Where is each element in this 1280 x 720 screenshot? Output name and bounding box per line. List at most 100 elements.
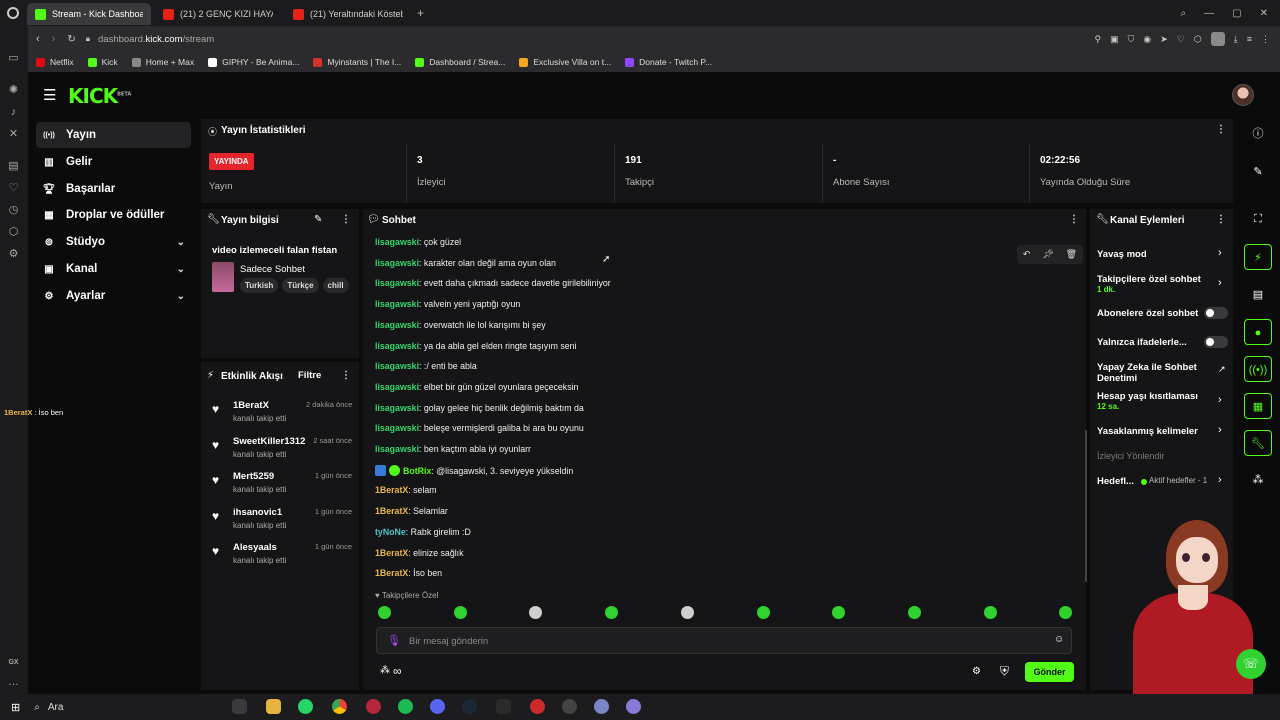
opera-logo-icon[interactable] <box>7 7 19 19</box>
event-username[interactable]: Mert5259 <box>233 471 274 482</box>
browser-tab[interactable]: Stream - Kick Dashboard <box>27 3 151 25</box>
nav-item-3[interactable]: 🏆︎ Başarılar <box>36 176 191 202</box>
chevron-right-icon[interactable]: › <box>1218 394 1222 406</box>
download-icon[interactable]: ⤓ <box>1234 34 1238 45</box>
reload-icon[interactable]: ↻ <box>67 34 75 45</box>
taskbar-search[interactable]: ⌕ Ara <box>34 696 219 718</box>
chat-username[interactable]: lisagawski <box>375 444 419 454</box>
discord-icon[interactable] <box>430 699 445 714</box>
whatsapp-icon[interactable] <box>298 699 313 714</box>
opera-gx-icon[interactable] <box>366 699 381 714</box>
chat-username[interactable]: BotRix <box>403 466 431 476</box>
channel-action-item[interactable]: Yalnızca ifadelerle... <box>1097 337 1202 348</box>
layout-icon[interactable]: ▦ <box>1244 393 1272 419</box>
chat-username[interactable]: lisagawski <box>375 403 419 413</box>
camera-icon[interactable]: ◉ <box>1143 34 1151 45</box>
bookmark-item[interactable]: Donate - Twitch P... <box>625 57 712 67</box>
chat-username[interactable]: 1BeratX <box>375 548 408 558</box>
windows-start-icon[interactable]: ⊞ <box>11 701 20 714</box>
channel-action-item[interactable]: Hesap yaşı kısıtlaması 12 sa. <box>1097 391 1215 411</box>
history-icon[interactable]: ◷ <box>7 204 20 217</box>
chat-username[interactable]: 1BeratX <box>375 568 408 578</box>
external-link-icon[interactable]: ↗ <box>1218 364 1226 375</box>
quick-action-icon[interactable]: ⚡︎ <box>1244 244 1272 270</box>
cube-icon[interactable]: ⬡ <box>7 226 20 239</box>
menu-icon[interactable]: ≡ <box>1247 34 1252 44</box>
epic-games-icon[interactable] <box>496 699 511 714</box>
chat-username[interactable]: lisagawski <box>375 423 419 433</box>
new-tab-icon[interactable]: + <box>417 6 424 20</box>
chat-menu-icon[interactable]: ⋮ <box>1069 214 1079 225</box>
minimize-icon[interactable]: — <box>1204 8 1214 19</box>
wallet-icon[interactable]: ▭ <box>7 52 20 65</box>
chevron-right-icon[interactable]: › <box>1218 424 1222 436</box>
heart-sidebar-icon[interactable]: ♡ <box>7 182 20 195</box>
reply-icon[interactable]: ↶ <box>1023 249 1031 260</box>
activity-menu-icon[interactable]: ⋮ <box>341 370 351 381</box>
chat-username[interactable]: lisagawski <box>375 278 419 288</box>
channel-action-item[interactable]: Yasaklanmış kelimeler <box>1097 426 1215 437</box>
browser-tab[interactable]: (21) 2 GENÇ KIZI HAYATT <box>155 3 281 25</box>
obs-recording-icon[interactable] <box>530 699 545 714</box>
more-sidebar-icon[interactable]: … <box>7 676 20 689</box>
pin-message-icon[interactable]: 📌︎ <box>1042 249 1053 260</box>
shield-mod-icon[interactable]: ⛨ <box>1000 664 1009 679</box>
close-window-icon[interactable]: ✕ <box>1260 8 1268 19</box>
x-icon[interactable]: ✕ <box>7 128 20 141</box>
goals-arrow-icon[interactable]: › <box>1218 474 1222 486</box>
send-icon[interactable]: ➤ <box>1160 34 1168 45</box>
chat-username[interactable]: 1BeratX <box>375 485 408 495</box>
settings-sidebar-icon[interactable]: ⚙ <box>7 248 20 261</box>
filter-button[interactable]: Filtre <box>298 370 321 381</box>
spotify-icon[interactable] <box>398 699 413 714</box>
chevron-right-icon[interactable]: › <box>1218 247 1222 259</box>
task-view-icon[interactable] <box>232 699 247 714</box>
stats-menu-icon[interactable]: ⋮ <box>1216 124 1226 135</box>
delete-icon[interactable]: 🗑︎ <box>1066 249 1077 260</box>
bookmark-item[interactable]: Dashboard / Strea... <box>415 57 505 67</box>
stream-info-menu-icon[interactable]: ⋮ <box>341 214 351 225</box>
chat-username[interactable]: lisagawski <box>375 341 419 351</box>
pencil-icon[interactable]: ✎ <box>1244 159 1272 185</box>
app-icon-2[interactable] <box>594 699 609 714</box>
chat-username[interactable]: lisagawski <box>375 361 419 371</box>
emote-icon[interactable] <box>453 606 467 619</box>
bookmark-item[interactable]: Home + Max <box>131 57 194 67</box>
bookmark-item[interactable]: Exclusive Villa on t... <box>519 57 611 67</box>
chevron-right-icon[interactable]: › <box>1218 277 1222 289</box>
document-icon[interactable]: ▤ <box>1244 282 1272 308</box>
channel-action-item[interactable]: Takipçilere özel sohbet 1 dk. <box>1097 274 1215 294</box>
stream-tag[interactable]: chill <box>322 278 349 293</box>
box-icon[interactable]: ▤ <box>7 160 20 173</box>
chat-settings-icon[interactable]: ⚙ <box>972 666 981 677</box>
chatgpt-icon[interactable]: ✺ <box>7 84 20 97</box>
nav-item-2[interactable]: ▥ Gelir <box>36 149 191 175</box>
stream-tag[interactable]: Türkçe <box>282 278 319 293</box>
emote-icon[interactable] <box>378 606 391 619</box>
heart-icon[interactable]: ♡ <box>1177 34 1185 45</box>
pin-icon[interactable]: ⚲ <box>1095 34 1102 45</box>
app-icon-3[interactable] <box>626 699 641 714</box>
goals-label[interactable]: Hedefl... <box>1097 476 1134 487</box>
emote-icon[interactable] <box>983 606 997 619</box>
emote-icon[interactable] <box>756 606 770 619</box>
search-tabs-icon[interactable]: ⌕ <box>1181 8 1187 19</box>
tiktok-icon[interactable]: ♪ <box>7 106 20 119</box>
file-explorer-icon[interactable] <box>266 699 281 714</box>
url-field[interactable]: dashboard.kick.com/stream <box>98 34 214 45</box>
info-icon[interactable]: ⓘ <box>1244 121 1272 147</box>
stream-tag[interactable]: Turkish <box>240 278 279 293</box>
nav-item-7[interactable]: ⚙ Ayarlar ⌄ <box>36 283 191 309</box>
snapshot-icon[interactable]: ▣ <box>1110 34 1119 45</box>
emote-icon[interactable] <box>605 606 619 619</box>
event-username[interactable]: SweetKiller1312 <box>233 436 305 447</box>
app-icon[interactable] <box>562 699 577 714</box>
broadcast-toggle-icon[interactable]: ((•)) <box>1244 356 1272 382</box>
channel-action-item[interactable]: Yapay Zeka ile Sohbet Denetimi <box>1097 362 1215 384</box>
nav-item-5[interactable]: ⊚ Stüdyo ⌄ <box>36 229 191 255</box>
extensions-icon[interactable]: ⬡ <box>1194 34 1202 45</box>
support-chat-icon[interactable]: ☏ <box>1236 649 1266 679</box>
maximize-icon[interactable]: ▢ <box>1232 8 1241 19</box>
chat-username[interactable]: lisagawski <box>375 299 419 309</box>
emoji-picker-icon[interactable]: ☺ <box>1054 634 1064 645</box>
